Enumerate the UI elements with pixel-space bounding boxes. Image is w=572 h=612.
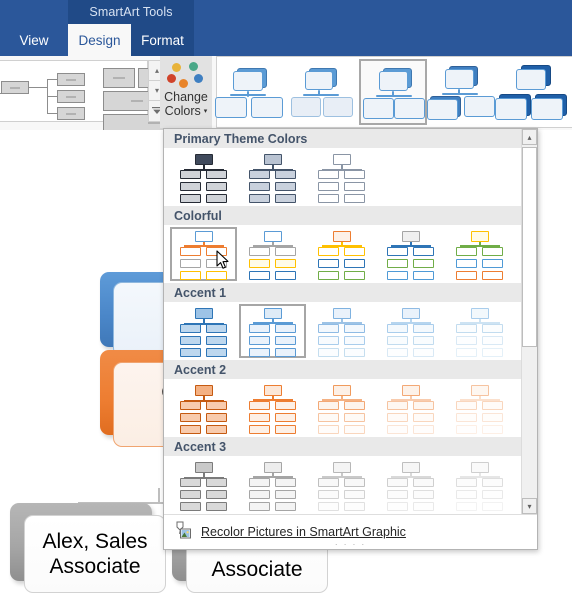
color-option-colored-fill-accent-1[interactable]	[239, 150, 306, 204]
connector-stem	[158, 488, 160, 503]
color-option-colorful-range-accent-4-to-5[interactable]	[377, 227, 444, 281]
tab-design[interactable]: Design	[68, 24, 131, 56]
style-item-moderate-effect[interactable]	[427, 59, 497, 125]
section-header-accent-3: Accent 3	[164, 437, 537, 456]
recolor-pictures-label: Recolor Pictures in SmartArt Graphic	[201, 525, 406, 539]
color-option-dark-outline-accent-3[interactable]	[446, 458, 513, 512]
style-item-subtle-effect[interactable]	[359, 59, 427, 125]
node-second-label: Associate	[211, 558, 303, 581]
layout-thumb-node	[57, 107, 85, 120]
section-row-colorful	[164, 225, 537, 283]
layout-thumb-connector	[0, 93, 1, 94]
node-alex-body[interactable]: Alex, Sales Associate	[24, 515, 166, 593]
section-header-primary-theme-colors: Primary Theme Colors	[164, 129, 537, 148]
tab-view[interactable]: View	[0, 24, 68, 56]
app-window: SmartArt Tools View Design Format Tell m…	[0, 0, 572, 612]
change-colors-label-line1: Change	[164, 90, 208, 104]
layout-thumb-connector	[29, 87, 47, 88]
layouts-gallery[interactable]	[0, 60, 205, 132]
layout-thumb-connector	[47, 96, 57, 97]
color-dots-icon	[166, 61, 206, 89]
layout-thumb-node	[103, 68, 135, 88]
color-option-gradient-range-accent-2[interactable]	[239, 381, 306, 435]
color-option-colorful-range-accent-5-to-6[interactable]	[446, 227, 513, 281]
menu-scrollbar[interactable]: ▴ ▾	[521, 129, 537, 514]
title-bar: SmartArt Tools	[0, 0, 572, 24]
change-colors-button[interactable]: Change Colors ▾	[160, 56, 212, 128]
menu-grip-dots[interactable]: · · · ·	[335, 541, 366, 549]
section-row-accent-3	[164, 456, 537, 514]
color-option-gradient-range-accent-1[interactable]	[239, 304, 306, 358]
color-option-colorful-range-accent-3-to-4[interactable]	[308, 227, 375, 281]
color-option-dark-1-fill[interactable]	[170, 150, 237, 204]
ribbon: ▴ ▾ Change Colors ▾	[0, 56, 572, 132]
color-option-gradient-loop-accent-3[interactable]	[170, 458, 237, 512]
layout-thumb-node	[57, 90, 85, 103]
color-option-transparent-gradient-range-accent-1[interactable]	[308, 304, 375, 358]
ribbon-tab-strip: View Design Format Tell me what you want…	[0, 24, 572, 72]
color-option-dark-outline-accent-1[interactable]	[446, 304, 513, 358]
smartart-styles-gallery[interactable]	[215, 56, 572, 128]
section-header-accent-1: Accent 1	[164, 283, 537, 302]
change-colors-menu[interactable]: Primary Theme Colors Colorful Accent 1 A…	[163, 128, 538, 550]
style-item-inset[interactable]	[289, 59, 357, 125]
layout-thumb-connector	[47, 79, 57, 80]
color-option-gradient-loop-accent-1[interactable]	[170, 304, 237, 358]
color-option-colored-outline[interactable]	[308, 150, 375, 204]
color-option-gradient-range-accent-3[interactable]	[239, 458, 306, 512]
layout-thumb-connector	[47, 113, 57, 114]
section-row-accent-1	[164, 302, 537, 360]
chevron-down-icon[interactable]: ▾	[204, 104, 208, 119]
color-option-transparent-gradient-range-accent-2[interactable]	[308, 381, 375, 435]
color-option-dark-fill-accent-2[interactable]	[377, 381, 444, 435]
color-option-dark-fill-accent-1[interactable]	[377, 304, 444, 358]
style-item-intense-effect[interactable]	[495, 59, 567, 125]
node-alex-label: Alex, Sales Associate	[42, 530, 148, 578]
section-row-accent-2	[164, 379, 537, 437]
scrollbar-thumb[interactable]	[522, 147, 537, 347]
color-option-transparent-gradient-range-accent-3[interactable]	[308, 458, 375, 512]
layout-thumb-node	[1, 81, 29, 94]
color-option-colorful-range-accent-2-to-3[interactable]	[239, 227, 306, 281]
section-row-primary-theme-colors	[164, 148, 537, 206]
color-option-dark-outline-accent-2[interactable]	[446, 381, 513, 435]
color-option-colorful-accent-colors[interactable]	[170, 227, 237, 281]
scroll-down-icon[interactable]: ▾	[522, 498, 537, 514]
recolor-pictures-command[interactable]: Recolor Pictures in SmartArt Graphic · ·…	[164, 514, 537, 549]
section-header-colorful: Colorful	[164, 206, 537, 225]
style-item-simple-fill[interactable]	[215, 59, 287, 125]
layout-thumb-node	[57, 73, 85, 86]
contextual-tab-title: SmartArt Tools	[68, 0, 194, 24]
recolor-picture-icon	[174, 521, 192, 544]
scroll-up-icon[interactable]: ▴	[522, 129, 537, 145]
tab-format[interactable]: Format	[131, 24, 194, 56]
color-option-dark-fill-accent-3[interactable]	[377, 458, 444, 512]
section-header-accent-2: Accent 2	[164, 360, 537, 379]
color-option-gradient-loop-accent-2[interactable]	[170, 381, 237, 435]
change-colors-label-line2: Colors	[164, 104, 201, 118]
